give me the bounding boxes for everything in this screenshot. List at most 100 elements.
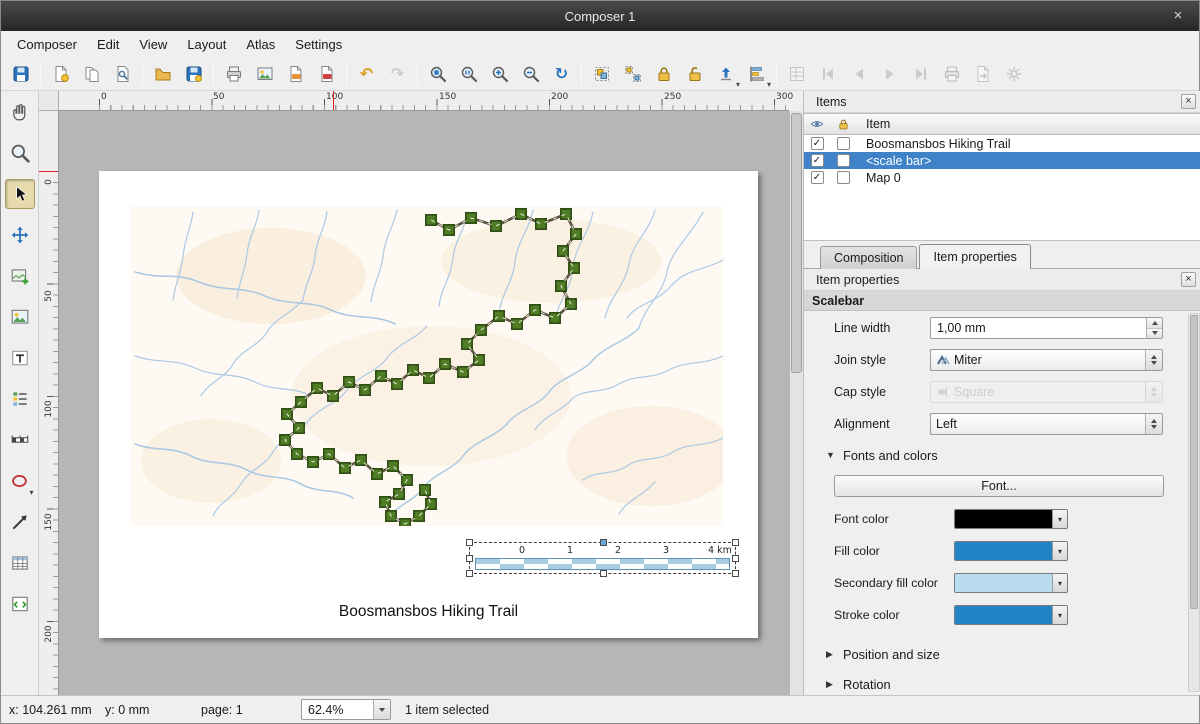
- add-label-button[interactable]: [5, 343, 35, 373]
- atlas-next-feature-button[interactable]: [874, 60, 905, 88]
- selection-handle-n[interactable]: [600, 539, 607, 546]
- composer-manager-button[interactable]: [107, 60, 138, 88]
- atlas-export-button[interactable]: [967, 60, 998, 88]
- atlas-preview-button[interactable]: [781, 60, 812, 88]
- tab-item-properties[interactable]: Item properties: [919, 244, 1030, 269]
- canvas-vertical-scrollbar[interactable]: [789, 111, 803, 695]
- new-composer-button[interactable]: [45, 60, 76, 88]
- font-button[interactable]: Font...: [834, 475, 1164, 497]
- position-and-size-group-header[interactable]: ▶ Position and size: [826, 644, 1200, 664]
- fonts-and-colors-group-header[interactable]: ▼ Fonts and colors: [826, 445, 1200, 465]
- map-title-label-item[interactable]: Boosmansbos Hiking Trail: [99, 603, 758, 621]
- raise-items-button[interactable]: ▾: [710, 60, 741, 88]
- secondary-fill-color-button[interactable]: ▾: [954, 573, 1068, 593]
- lock-checkbox[interactable]: [837, 171, 850, 184]
- line-width-value[interactable]: 1,00 mm: [931, 318, 1146, 338]
- visibility-checkbox[interactable]: ✓: [811, 154, 824, 167]
- redo-button[interactable]: ↷: [382, 60, 413, 88]
- title-bar[interactable]: Composer 1 ×: [1, 1, 1199, 31]
- add-map-button[interactable]: [5, 261, 35, 291]
- selection-handle-sw[interactable]: [466, 570, 473, 577]
- atlas-first-feature-button[interactable]: [812, 60, 843, 88]
- item-label[interactable]: <scale bar>: [856, 154, 1200, 168]
- dropdown-arrow-icon[interactable]: ▾: [1052, 510, 1067, 528]
- save-as-template-button[interactable]: [178, 60, 209, 88]
- zoom-tool-button[interactable]: [5, 138, 35, 168]
- join-style-combo[interactable]: Miter: [930, 349, 1163, 371]
- select-move-item-tool-button[interactable]: [5, 179, 35, 209]
- unlock-items-button[interactable]: [679, 60, 710, 88]
- selection-handle-nw[interactable]: [466, 539, 473, 546]
- export-pdf-button[interactable]: [311, 60, 342, 88]
- visibility-checkbox[interactable]: ✓: [811, 171, 824, 184]
- selection-handle-w[interactable]: [466, 555, 473, 562]
- zoom-actual-button[interactable]: [453, 60, 484, 88]
- composition-page[interactable]: 0 1 2 3 4 km: [99, 171, 758, 638]
- zoom-full-button[interactable]: [422, 60, 453, 88]
- line-width-spinbox[interactable]: 1,00 mm: [930, 317, 1163, 339]
- item-row-map-0[interactable]: ✓ Map 0: [804, 169, 1200, 186]
- cap-style-combo[interactable]: Square: [930, 381, 1163, 403]
- item-label[interactable]: Map 0: [856, 171, 1200, 185]
- selection-handle-s[interactable]: [600, 570, 607, 577]
- add-image-button[interactable]: [5, 302, 35, 332]
- spin-down-button[interactable]: [1147, 329, 1162, 339]
- lock-items-button[interactable]: [648, 60, 679, 88]
- load-from-template-button[interactable]: [147, 60, 178, 88]
- menu-atlas[interactable]: Atlas: [236, 34, 285, 55]
- composition-canvas[interactable]: 0 1 2 3 4 km: [59, 111, 789, 695]
- atlas-settings-button[interactable]: [998, 60, 1029, 88]
- item-row-scale-bar[interactable]: ✓ <scale bar>: [804, 152, 1200, 169]
- export-svg-button[interactable]: [280, 60, 311, 88]
- item-label[interactable]: Boosmansbos Hiking Trail: [856, 137, 1200, 151]
- stroke-color-button[interactable]: ▾: [954, 605, 1068, 625]
- font-color-button[interactable]: ▾: [954, 509, 1068, 529]
- spin-buttons[interactable]: [1146, 318, 1162, 338]
- atlas-last-feature-button[interactable]: [905, 60, 936, 88]
- visibility-checkbox[interactable]: ✓: [811, 137, 824, 150]
- menu-edit[interactable]: Edit: [87, 34, 129, 55]
- menu-view[interactable]: View: [129, 34, 177, 55]
- fill-color-button[interactable]: ▾: [954, 541, 1068, 561]
- pan-tool-button[interactable]: [5, 97, 35, 127]
- map-item[interactable]: [131, 206, 723, 526]
- add-legend-button[interactable]: [5, 384, 35, 414]
- alignment-combo[interactable]: Left: [930, 413, 1163, 435]
- zoom-level-value[interactable]: 62.4%: [302, 703, 373, 717]
- selection-handle-se[interactable]: [732, 570, 739, 577]
- zoom-in-button[interactable]: [484, 60, 515, 88]
- align-items-button[interactable]: ▾: [741, 60, 772, 88]
- menu-composer[interactable]: Composer: [7, 34, 87, 55]
- dropdown-arrow-icon[interactable]: ▾: [1052, 574, 1067, 592]
- atlas-print-button[interactable]: [936, 60, 967, 88]
- item-row-hiking-trail[interactable]: ✓ Boosmansbos Hiking Trail: [804, 135, 1200, 152]
- menu-layout[interactable]: Layout: [177, 34, 236, 55]
- duplicate-composer-button[interactable]: [76, 60, 107, 88]
- lock-checkbox[interactable]: [837, 137, 850, 150]
- selection-handle-e[interactable]: [732, 555, 739, 562]
- dropdown-arrow-icon[interactable]: ▾: [1052, 606, 1067, 624]
- dropdown-arrow-icon[interactable]: [373, 700, 390, 719]
- items-panel-close-button[interactable]: ×: [1181, 94, 1196, 109]
- selection-handle-ne[interactable]: [732, 539, 739, 546]
- undo-button[interactable]: ↶: [351, 60, 382, 88]
- atlas-previous-feature-button[interactable]: [843, 60, 874, 88]
- rotation-group-header[interactable]: ▶ Rotation: [826, 674, 1200, 694]
- zoom-level-combo[interactable]: 62.4%: [301, 699, 391, 720]
- lock-checkbox[interactable]: [837, 154, 850, 167]
- add-scalebar-button[interactable]: [5, 425, 35, 455]
- properties-scrollbar[interactable]: [1188, 313, 1200, 692]
- dropdown-arrow-icon[interactable]: ▾: [1052, 542, 1067, 560]
- menu-settings[interactable]: Settings: [285, 34, 352, 55]
- group-items-button[interactable]: [586, 60, 617, 88]
- add-shape-button[interactable]: ▾: [5, 466, 35, 496]
- zoom-out-button[interactable]: [515, 60, 546, 88]
- tab-composition[interactable]: Composition: [820, 246, 917, 269]
- export-image-button[interactable]: [249, 60, 280, 88]
- add-html-frame-button[interactable]: [5, 589, 35, 619]
- print-button[interactable]: [218, 60, 249, 88]
- add-arrow-button[interactable]: [5, 507, 35, 537]
- save-project-button[interactable]: [5, 60, 36, 88]
- scrollbar-thumb[interactable]: [791, 113, 802, 373]
- refresh-button[interactable]: ↻: [546, 60, 577, 88]
